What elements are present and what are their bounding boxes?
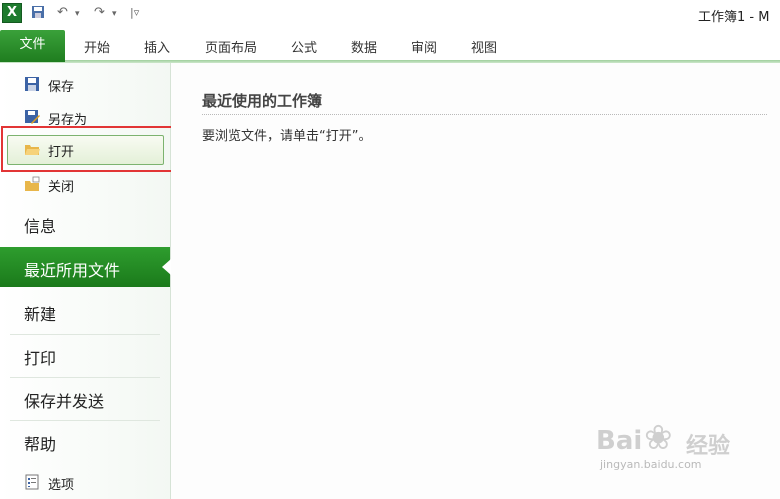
heading-divider — [202, 114, 767, 115]
watermark-brand-left: Bai — [596, 426, 643, 456]
watermark-brand-right: 经验 — [686, 434, 731, 459]
window-title: 工作簿1 - M — [698, 10, 770, 25]
watermark: Bai ❀ 经验 jingyan.baidu.com — [596, 418, 746, 488]
undo-icon[interactable]: ↶ — [57, 5, 68, 20]
tab-home[interactable]: 开始 — [84, 37, 110, 56]
highlight-frame — [1, 126, 173, 172]
section-print-label: 打印 — [24, 349, 57, 368]
save-command[interactable]: 保存 — [0, 71, 170, 97]
section-save-send[interactable]: 保存并发送 — [0, 378, 170, 418]
section-info[interactable]: 信息 — [0, 203, 170, 243]
tab-data[interactable]: 数据 — [351, 37, 377, 56]
title-bar: X ↶ ▾ ↷ ▾ |▿ 工作簿1 - M — [0, 0, 780, 30]
close-label: 关闭 — [48, 180, 75, 195]
section-help-label: 帮助 — [24, 435, 57, 454]
undo-dropdown-icon[interactable]: ▾ — [75, 9, 80, 19]
save-label: 保存 — [48, 80, 75, 95]
paw-icon: ❀ — [644, 418, 673, 458]
options-command[interactable]: 选项 — [0, 469, 170, 495]
ribbon-tabs: 文件 开始 插入 页面布局 公式 数据 审阅 视图 — [0, 30, 780, 63]
tab-formulas[interactable]: 公式 — [291, 37, 317, 56]
section-new-label: 新建 — [24, 305, 57, 324]
tab-insert[interactable]: 插入 — [144, 37, 170, 56]
section-info-label: 信息 — [24, 217, 57, 236]
section-save-send-label: 保存并发送 — [24, 392, 105, 411]
section-recent-label: 最近所用文件 — [24, 261, 121, 280]
backstage-nav: 保存 另存为 打开 关闭 信息 最近所用文件 新建 打印 保存并发送 帮助 选项 — [0, 63, 173, 499]
close-folder-icon — [24, 176, 40, 192]
tab-page-layout[interactable]: 页面布局 — [205, 37, 257, 56]
tab-view[interactable]: 视图 — [471, 37, 497, 56]
redo-dropdown-icon[interactable]: ▾ — [112, 9, 117, 19]
recent-workbooks-heading: 最近使用的工作簿 — [202, 92, 323, 110]
options-icon — [24, 474, 40, 490]
section-help[interactable]: 帮助 — [0, 421, 170, 461]
redo-icon[interactable]: ↷ — [94, 5, 105, 20]
save-as-icon — [24, 109, 40, 125]
tab-file[interactable]: 文件 — [0, 30, 65, 62]
options-label: 选项 — [48, 478, 75, 493]
close-command[interactable]: 关闭 — [0, 171, 170, 197]
tab-review[interactable]: 审阅 — [411, 37, 437, 56]
watermark-url: jingyan.baidu.com — [600, 458, 702, 471]
section-print[interactable]: 打印 — [0, 335, 170, 375]
section-new[interactable]: 新建 — [0, 291, 170, 331]
save-icon — [24, 76, 40, 92]
excel-icon[interactable]: X — [2, 3, 22, 23]
browse-hint: 要浏览文件，请单击“打开”。 — [202, 129, 372, 144]
section-recent[interactable]: 最近所用文件 — [0, 247, 171, 287]
customize-icon[interactable]: |▿ — [130, 6, 139, 19]
save-icon[interactable] — [31, 5, 45, 23]
